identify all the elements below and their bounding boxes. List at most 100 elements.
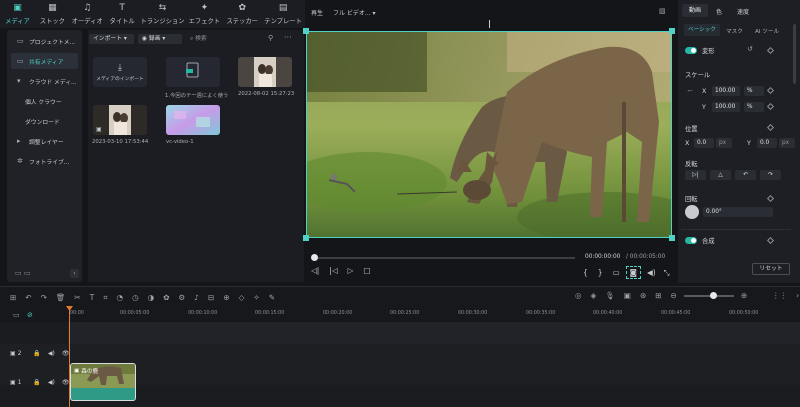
mute-icon[interactable]: ◀) xyxy=(48,350,55,357)
flip-vertical-button[interactable]: △ xyxy=(710,170,731,180)
tab-video[interactable]: 動画 xyxy=(682,4,708,17)
ai-icon[interactable]: ✧ xyxy=(253,293,259,302)
adjust-icon[interactable]: ⚙ xyxy=(178,293,185,302)
tab-color[interactable]: 色 xyxy=(716,7,722,16)
import-media-tile[interactable]: ⤓ メディアのインポート xyxy=(93,57,147,87)
zoom-out-icon[interactable]: ⊖ xyxy=(671,291,677,300)
record-dropdown[interactable]: ◉ 録画 ▾ xyxy=(138,34,182,44)
collapse-sidebar-icon[interactable]: ‹ xyxy=(70,269,79,278)
prev-frame-icon[interactable]: ◁| xyxy=(311,266,319,275)
reset-icon[interactable]: ↺ xyxy=(747,45,753,53)
display-icon[interactable]: ▭ xyxy=(613,268,620,277)
subtab-ai-tools[interactable]: AI ツール xyxy=(755,27,779,35)
sidebar-item-photo-library[interactable]: ✲ フォトライブ... xyxy=(11,153,78,169)
volume-icon[interactable]: ◀) xyxy=(647,268,656,277)
quality-dropdown[interactable]: フル ビデオ... ▾ xyxy=(333,8,376,17)
props-scrollbar[interactable] xyxy=(793,24,796,84)
shield-icon[interactable]: ◈ xyxy=(591,291,597,300)
subtab-basic[interactable]: ベーシック xyxy=(684,24,720,36)
scale-x-input[interactable]: 100.00 xyxy=(712,86,740,96)
reset-button[interactable]: リセット xyxy=(752,263,790,275)
link-track-icon[interactable]: ⊘ xyxy=(27,311,33,319)
toolbar-stock[interactable]: ▦ ストック xyxy=(35,0,70,28)
more-icon[interactable]: ··· xyxy=(284,33,292,42)
import-dropdown[interactable]: インポート ▾ xyxy=(89,34,134,44)
color-icon[interactable]: ◑ xyxy=(148,293,155,302)
add-track-icon[interactable]: ▭ xyxy=(13,311,20,319)
rotate-right-button[interactable]: ↷ xyxy=(760,170,781,180)
position-x-input[interactable]: 0.0 xyxy=(694,138,714,148)
playhead[interactable] xyxy=(69,306,70,407)
video-clip[interactable]: ▣ 森の鹿 xyxy=(70,363,136,401)
rotate-input[interactable]: 0.00° xyxy=(703,207,773,217)
render-icon[interactable]: ◎ xyxy=(575,291,582,300)
scale-y-input[interactable]: 100.00 xyxy=(712,102,740,112)
mute-icon[interactable]: ◀) xyxy=(48,379,55,386)
split-icon[interactable]: ⊟ xyxy=(208,293,214,302)
step-back-icon[interactable]: |◁ xyxy=(329,266,337,275)
video-preview[interactable] xyxy=(306,31,672,238)
sidebar-item-cloud[interactable]: ▾ クラウド メディ... xyxy=(11,73,78,89)
subtab-mask[interactable]: マスク xyxy=(726,27,743,35)
toolbar-effect[interactable]: ✦ エフェクト xyxy=(185,0,223,28)
cut-icon[interactable]: ✂ xyxy=(74,293,80,302)
delete-icon[interactable]: 🗑 xyxy=(56,293,66,302)
toolbar-template[interactable]: ▤ テンプレート xyxy=(261,0,305,28)
rotate-dial[interactable] xyxy=(685,205,699,219)
motion-icon[interactable]: ⊕ xyxy=(223,293,229,302)
zoom-in-icon[interactable]: ⊕ xyxy=(741,291,747,300)
mark-out-icon[interactable]: } xyxy=(598,268,603,277)
toolbar-sticker[interactable]: ✿ ステッカー xyxy=(223,0,261,28)
toolbar-audio[interactable]: ♫ オーディオ xyxy=(70,0,105,28)
resize-handle[interactable] xyxy=(669,235,675,241)
snapshot-image-icon[interactable]: ▨ xyxy=(659,7,666,15)
composite-toggle[interactable] xyxy=(685,237,697,244)
more-icon[interactable]: › xyxy=(796,291,799,300)
zoom-slider[interactable] xyxy=(683,291,734,299)
media-thumb-video[interactable] xyxy=(166,105,220,135)
crop-icon[interactable]: ⌗ xyxy=(103,293,107,303)
audio-icon[interactable]: ♪ xyxy=(194,293,199,302)
media-thumb-photo1[interactable] xyxy=(238,57,292,87)
toolbar-media[interactable]: ▣ メディア xyxy=(0,0,35,28)
position-y-input[interactable]: 0.0 xyxy=(757,138,777,148)
media-thumb-doc[interactable] xyxy=(166,57,220,87)
seek-handle[interactable] xyxy=(311,254,318,261)
sidebar-item-shared[interactable]: ▭ 共有メディア xyxy=(11,53,78,69)
fullscreen-icon[interactable]: ⤡ xyxy=(664,268,670,278)
link-icon[interactable]: ⊞ xyxy=(655,291,661,300)
sticker-icon[interactable]: ✿ xyxy=(163,293,169,302)
grid-icon[interactable]: ⊞ xyxy=(10,293,16,302)
toolbar-title[interactable]: T タイトル xyxy=(105,0,140,28)
layout-icon[interactable]: ⋮⋮ xyxy=(772,291,787,300)
resize-handle[interactable] xyxy=(303,28,309,34)
text-icon[interactable]: T xyxy=(90,293,95,302)
snapshot-icon[interactable]: ◙ xyxy=(625,266,641,279)
toolbar-transition[interactable]: ⇆ トランジション xyxy=(140,0,186,28)
marker-icon[interactable]: ▣ xyxy=(624,291,631,300)
snap-icon[interactable]: ⊛ xyxy=(640,291,646,300)
search-input[interactable]: ⌕ 検索 xyxy=(190,34,250,44)
mark-in-icon[interactable]: { xyxy=(583,268,588,277)
tab-speed[interactable]: 速度 xyxy=(737,7,749,16)
resize-handle[interactable] xyxy=(669,28,675,34)
zoom-handle[interactable] xyxy=(709,291,717,299)
sidebar-item-adjust-layer[interactable]: ▸ 調整レイヤー xyxy=(11,133,78,149)
new-folder-icon[interactable]: ▭ ▭ xyxy=(15,269,30,277)
play-icon[interactable]: ▷ xyxy=(348,266,354,275)
seek-bar[interactable] xyxy=(313,257,575,259)
sidebar-item-personal-cloud[interactable]: 個人 クラウー xyxy=(11,93,78,109)
lock-icon[interactable]: 🔒 xyxy=(33,350,40,357)
keyframe-icon[interactable]: ◇ xyxy=(239,293,245,302)
speed-icon[interactable]: ◔ xyxy=(117,293,124,302)
timer-icon[interactable]: ◷ xyxy=(132,293,139,302)
sidebar-item-project[interactable]: ▭ プロジェクトメ... xyxy=(11,33,78,49)
pen-icon[interactable]: ✎ xyxy=(269,293,275,302)
transform-toggle[interactable] xyxy=(685,47,697,54)
flip-horizontal-button[interactable]: ▷| xyxy=(685,170,706,180)
sidebar-item-download[interactable]: ダウンロード xyxy=(11,113,78,129)
stop-icon[interactable]: □ xyxy=(363,266,370,275)
lock-icon[interactable]: 🔒 xyxy=(33,379,40,386)
resize-handle[interactable] xyxy=(303,235,309,241)
mic-icon[interactable]: 🎙 xyxy=(605,291,615,300)
